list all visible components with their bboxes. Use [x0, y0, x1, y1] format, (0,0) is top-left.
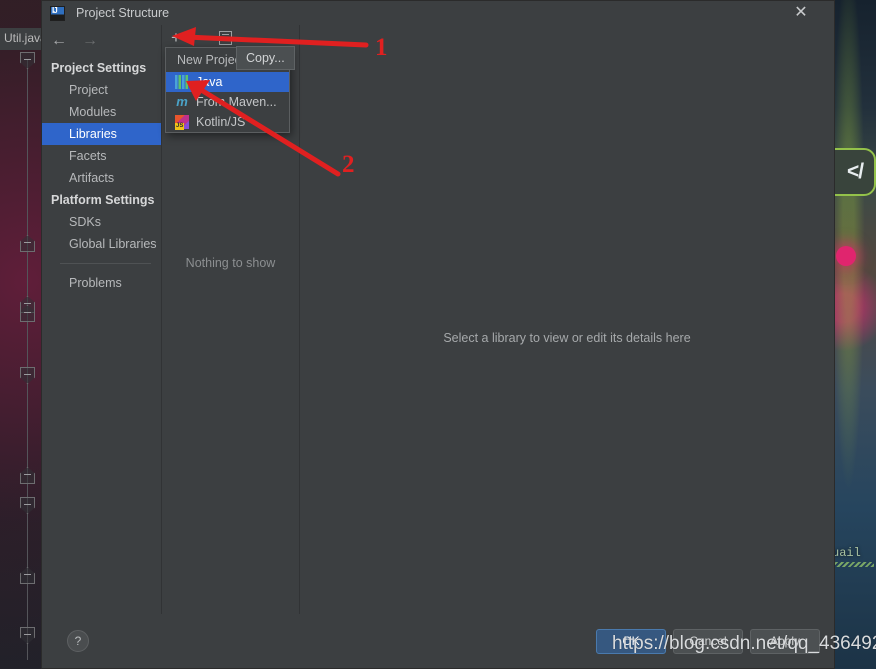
wallpaper-badge-icon: </ [830, 148, 876, 196]
popup-item-from-maven[interactable]: m From Maven... [166, 92, 289, 112]
popup-item-label: Kotlin/JS [196, 115, 246, 129]
libraries-empty-text: Nothing to show [185, 256, 276, 270]
screen-root: </ uail Util.java Project Structure ✕ ← … [0, 0, 876, 669]
sidebar-item-facets[interactable]: Facets [42, 145, 161, 167]
sidebar-item-sdks[interactable]: SDKs [42, 211, 161, 233]
sidebar-item-artifacts[interactable]: Artifacts [42, 167, 161, 189]
copy-tooltip: Copy... [236, 46, 295, 70]
popup-item-kotlin-js[interactable]: Kotlin/JS [166, 112, 289, 132]
dialog-body: ← → Project Settings Project Modules Lib… [42, 25, 834, 614]
plus-icon[interactable]: + [171, 29, 181, 46]
settings-sidebar: ← → Project Settings Project Modules Lib… [42, 25, 162, 614]
java-icon [175, 75, 189, 89]
sidebar-divider [60, 263, 151, 264]
wallpaper-squiggle [830, 562, 874, 567]
libraries-list-area[interactable]: Nothing to show [162, 50, 299, 614]
wallpaper-glow-dot [836, 246, 856, 266]
popup-item-label: Java [196, 75, 223, 89]
popup-item-label: From Maven... [196, 95, 277, 109]
kotlin-js-icon [175, 115, 189, 130]
wallpaper-code-text: uail [832, 546, 861, 560]
annotation-number-2: 2 [342, 151, 355, 178]
popup-item-java[interactable]: Java [166, 72, 289, 92]
sidebar-item-modules[interactable]: Modules [42, 101, 161, 123]
sidebar-item-project[interactable]: Project [42, 79, 161, 101]
watermark-text: https://blog.csdn.net/qq_43649223 [612, 633, 876, 654]
project-structure-dialog: Project Structure ✕ ← → Project Settings… [41, 0, 835, 669]
dialog-title: Project Structure [76, 6, 170, 20]
arrow-left-icon[interactable]: ← [51, 33, 67, 49]
dialog-titlebar: Project Structure ✕ [42, 1, 834, 25]
desktop-wallpaper: </ uail [830, 0, 876, 669]
sidebar-item-global-libraries[interactable]: Global Libraries [42, 233, 161, 255]
library-detail-empty-text: Select a library to view or edit its det… [443, 331, 691, 345]
close-icon[interactable]: ✕ [778, 1, 824, 25]
library-detail-panel: Select a library to view or edit its det… [300, 25, 834, 614]
sidebar-group-project-settings: Project Settings [51, 61, 147, 75]
intellij-idea-icon [50, 5, 65, 21]
maven-icon: m [176, 94, 188, 109]
sidebar-group-platform-settings: Platform Settings [51, 193, 155, 207]
sidebar-item-libraries[interactable]: Libraries [42, 123, 161, 145]
arrow-right-icon[interactable]: → [82, 33, 98, 49]
sidebar-nav-buttons: ← → [42, 25, 161, 57]
sidebar-item-problems[interactable]: Problems [42, 272, 161, 294]
annotation-number-1: 1 [375, 34, 388, 61]
copy-icon[interactable] [218, 30, 232, 45]
help-icon[interactable]: ? [67, 630, 89, 652]
